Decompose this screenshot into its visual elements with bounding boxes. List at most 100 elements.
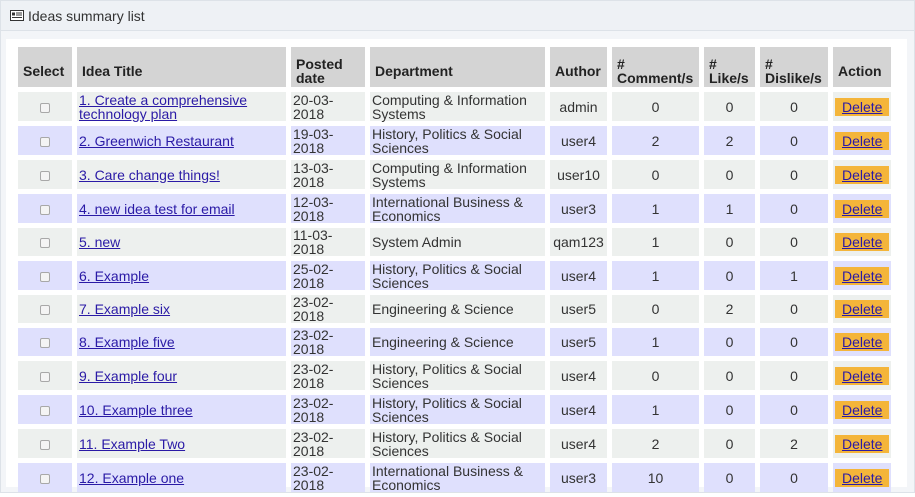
delete-button[interactable]: Delete <box>835 434 890 453</box>
idea-title-link[interactable]: 4. new idea test for email <box>79 201 235 217</box>
action-cell: Delete <box>833 295 892 323</box>
select-checkbox[interactable] <box>40 170 50 181</box>
posted-date-cell: 23-02-2018 <box>291 395 365 424</box>
department-cell: International Business & Economics <box>370 463 545 492</box>
action-cell: Delete <box>833 463 892 492</box>
select-checkbox[interactable] <box>40 271 50 282</box>
posted-date-cell: 12-03-2018 <box>291 194 365 223</box>
panel-heading: Ideas summary list <box>1 1 914 31</box>
dislikes-count-cell: 0 <box>760 160 828 189</box>
posted-date-cell: 23-02-2018 <box>291 295 365 323</box>
department-cell: Computing & Information Systems <box>370 160 545 189</box>
header-idea-title: Idea Title <box>77 47 286 87</box>
select-checkbox[interactable] <box>40 439 50 450</box>
author-cell: admin <box>550 92 607 121</box>
dislikes-count-cell: 2 <box>760 429 828 458</box>
author-cell: user10 <box>550 160 607 189</box>
idea-title-cell: 2. Greenwich Restaurant <box>77 126 286 155</box>
idea-title-cell: 1. Create a comprehensive technology plan <box>77 92 286 121</box>
select-checkbox[interactable] <box>40 102 50 113</box>
likes-count-cell: 1 <box>704 194 755 223</box>
idea-title-link[interactable]: 5. new <box>79 234 120 250</box>
department-cell: Engineering & Science <box>370 328 545 356</box>
likes-count-cell: 0 <box>704 429 755 458</box>
select-checkbox[interactable] <box>40 305 50 316</box>
delete-button[interactable]: Delete <box>835 333 890 351</box>
author-cell: user5 <box>550 328 607 356</box>
dislikes-count-cell: 0 <box>760 395 828 424</box>
department-cell: Computing & Information Systems <box>370 92 545 121</box>
select-checkbox[interactable] <box>40 338 50 349</box>
idea-title-link[interactable]: 12. Example one <box>79 470 184 486</box>
select-cell <box>18 160 72 189</box>
idea-title-link[interactable]: 1. Create a comprehensive technology plan <box>79 92 247 122</box>
delete-button[interactable]: Delete <box>835 468 890 487</box>
dislikes-count-cell: 1 <box>760 261 828 290</box>
select-checkbox[interactable] <box>40 473 50 484</box>
delete-button[interactable]: Delete <box>835 300 890 318</box>
posted-date-cell: 11-03-2018 <box>291 228 365 256</box>
likes-count-cell: 0 <box>704 395 755 424</box>
dislikes-count-cell: 0 <box>760 295 828 323</box>
department-cell: History, Politics & Social Sciences <box>370 395 545 424</box>
likes-count-cell: 0 <box>704 228 755 256</box>
delete-button[interactable]: Delete <box>835 366 890 385</box>
header-action: Action <box>833 47 892 87</box>
dislikes-count-cell: 0 <box>760 328 828 356</box>
idea-title-cell: 4. new idea test for email <box>77 194 286 223</box>
ideas-table: Select Idea Title Posted date Department … <box>13 42 896 497</box>
action-cell: Delete <box>833 194 892 223</box>
posted-date-cell: 23-02-2018 <box>291 361 365 390</box>
idea-title-link[interactable]: 6. Example <box>79 268 149 284</box>
delete-button[interactable]: Delete <box>835 400 890 419</box>
idea-title-link[interactable]: 8. Example five <box>79 334 175 350</box>
idea-title-link[interactable]: 11. Example Two <box>79 436 185 452</box>
select-checkbox[interactable] <box>40 371 50 382</box>
table-row: 3. Care change things! 13-03-2018 Computin… <box>18 160 892 189</box>
department-cell: System Admin <box>370 228 545 256</box>
idea-title-link[interactable]: 3. Care change things! <box>79 167 220 183</box>
idea-title-link[interactable]: 10. Example three <box>79 402 193 418</box>
department-cell: History, Politics & Social Sciences <box>370 429 545 458</box>
dislikes-count-cell: 0 <box>760 361 828 390</box>
idea-title-link[interactable]: 7. Example six <box>79 301 170 317</box>
delete-button[interactable]: Delete <box>835 131 890 150</box>
delete-button[interactable]: Delete <box>835 165 890 184</box>
author-cell: user3 <box>550 194 607 223</box>
likes-count-cell: 0 <box>704 261 755 290</box>
action-cell: Delete <box>833 429 892 458</box>
idea-title-cell: 12. Example one <box>77 463 286 492</box>
comments-count-cell: 1 <box>612 194 699 223</box>
delete-button[interactable]: Delete <box>835 199 890 218</box>
author-cell: user4 <box>550 126 607 155</box>
select-cell <box>18 429 72 458</box>
comments-count-cell: 1 <box>612 261 699 290</box>
header-likes: # Like/s <box>704 47 755 87</box>
idea-title-link[interactable]: 2. Greenwich Restaurant <box>79 133 234 149</box>
select-cell <box>18 228 72 256</box>
select-checkbox[interactable] <box>40 136 50 147</box>
author-cell: user5 <box>550 295 607 323</box>
posted-date-cell: 13-03-2018 <box>291 160 365 189</box>
author-cell: user4 <box>550 361 607 390</box>
comments-count-cell: 0 <box>612 295 699 323</box>
dislikes-count-cell: 0 <box>760 92 828 121</box>
author-cell: user4 <box>550 429 607 458</box>
select-checkbox[interactable] <box>40 238 50 249</box>
posted-date-cell: 23-02-2018 <box>291 328 365 356</box>
table-row: 9. Example four 23-02-2018 History, Politi… <box>18 361 892 390</box>
select-checkbox[interactable] <box>40 204 50 215</box>
action-cell: Delete <box>833 228 892 256</box>
table-row: 1. Create a comprehensive technology plan… <box>18 92 892 121</box>
table-row: 12. Example one 23-02-2018 International B… <box>18 463 892 492</box>
delete-button[interactable]: Delete <box>835 97 890 116</box>
comments-count-cell: 1 <box>612 228 699 256</box>
likes-count-cell: 0 <box>704 160 755 189</box>
posted-date-cell: 23-02-2018 <box>291 463 365 492</box>
action-cell: Delete <box>833 160 892 189</box>
idea-title-link[interactable]: 9. Example four <box>79 368 177 384</box>
select-checkbox[interactable] <box>40 405 50 416</box>
delete-button[interactable]: Delete <box>835 266 890 285</box>
author-cell: qam123 <box>550 228 607 256</box>
delete-button[interactable]: Delete <box>835 233 890 251</box>
